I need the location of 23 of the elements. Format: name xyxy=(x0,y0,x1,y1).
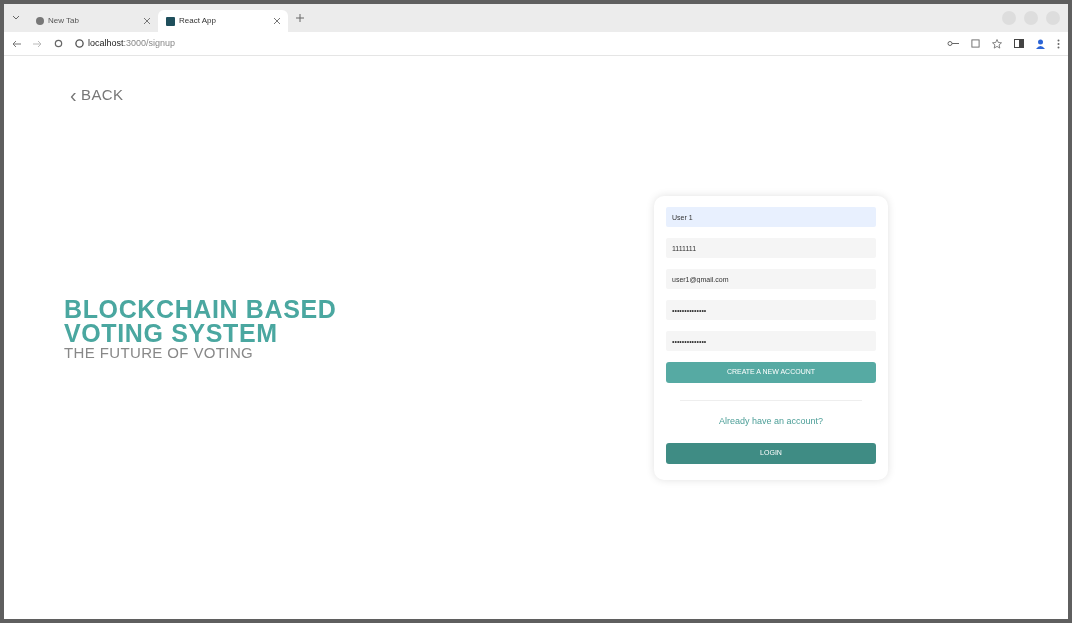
site-info-icon[interactable] xyxy=(75,39,84,48)
menu-icon[interactable] xyxy=(1057,38,1060,49)
tab-search-icon[interactable] xyxy=(12,14,20,22)
tab-title: New Tab xyxy=(48,15,80,27)
reload-icon[interactable] xyxy=(54,39,63,48)
back-arrow-icon[interactable] xyxy=(12,39,21,48)
star-icon[interactable] xyxy=(992,38,1002,49)
subtitle: THE FUTURE OF VOTING xyxy=(64,344,255,361)
close-tab-icon[interactable] xyxy=(144,18,150,24)
address-field[interactable]: localhost:3000/signup xyxy=(75,36,176,51)
hero-title-line: VOTING SYSTEM xyxy=(64,320,279,345)
app-icon xyxy=(166,16,175,26)
new-tab-icon[interactable] xyxy=(296,14,304,22)
profile-icon[interactable] xyxy=(1036,38,1045,49)
globe-icon xyxy=(36,17,44,25)
back-link[interactable]: ‹ BACK xyxy=(70,84,604,107)
tab-title: React App xyxy=(179,15,217,27)
browser-tab[interactable]: New Tab xyxy=(28,10,158,32)
key-icon[interactable] xyxy=(947,40,959,47)
browser-tab[interactable]: React App xyxy=(158,10,288,32)
close-tab-icon[interactable] xyxy=(274,18,280,24)
side-panel-icon[interactable] xyxy=(1014,39,1024,48)
hero-title-line: BLOCKCHAIN BASED xyxy=(64,296,338,321)
